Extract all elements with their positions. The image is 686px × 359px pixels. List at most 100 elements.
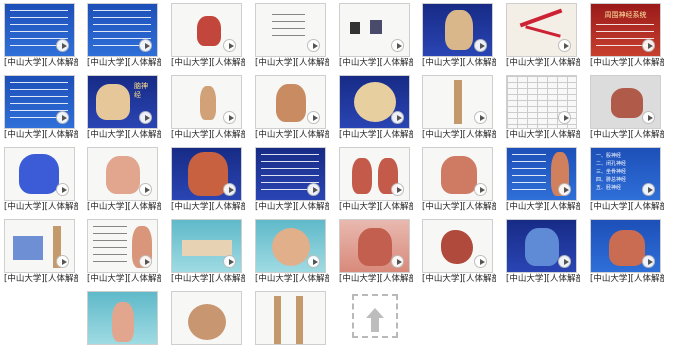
video-tile[interactable] xyxy=(167,288,243,359)
play-icon[interactable] xyxy=(307,255,320,268)
organ-figure-icon xyxy=(525,228,559,266)
play-icon[interactable] xyxy=(139,111,152,124)
organ-figure-icon xyxy=(609,230,645,266)
video-tile[interactable]: [中山大学][人体解剖... xyxy=(251,216,329,287)
video-tile[interactable]: [中山大学][人体解剖... xyxy=(167,144,245,215)
video-caption: [中山大学][人体解剖... xyxy=(339,274,413,284)
video-tile[interactable]: [中山大学][人体解剖... xyxy=(418,144,496,215)
video-tile[interactable]: [中山大学][人体解剖... xyxy=(0,144,78,215)
video-thumbnail xyxy=(171,3,242,57)
play-icon[interactable] xyxy=(391,39,404,52)
video-thumbnail xyxy=(255,291,326,345)
brainstem-figure-icon xyxy=(445,10,473,50)
play-icon[interactable] xyxy=(474,183,487,196)
play-icon[interactable] xyxy=(139,255,152,268)
play-icon[interactable] xyxy=(474,39,487,52)
video-tile[interactable]: 周围神经系统 [中山大学][人体解剖... xyxy=(586,0,664,71)
video-tile[interactable]: [中山大学][人体解剖... xyxy=(418,216,496,287)
upload-button[interactable] xyxy=(352,294,398,338)
video-caption: [中山大学][人体解剖... xyxy=(171,58,245,68)
cranial-nerve-figure-icon xyxy=(96,84,130,120)
play-icon[interactable] xyxy=(558,39,571,52)
video-tile[interactable]: 脑神经 [中山大学][人体解剖... xyxy=(83,72,161,143)
slide-list-item: 三、坐骨神经 xyxy=(596,169,627,175)
video-tile[interactable]: [中山大学][人体解剖... xyxy=(335,72,413,143)
video-tile[interactable]: [中山大学][人体解剖... xyxy=(0,72,78,143)
video-tile[interactable]: [中山大学][人体解剖... xyxy=(502,0,580,71)
play-icon[interactable] xyxy=(139,183,152,196)
play-icon[interactable] xyxy=(307,183,320,196)
body-figure-icon xyxy=(112,302,134,342)
video-tile[interactable]: [中山大学][人体解剖... xyxy=(502,72,580,143)
play-icon[interactable] xyxy=(139,39,152,52)
upload-arrow-icon xyxy=(366,308,384,318)
video-thumbnail xyxy=(87,219,158,273)
video-caption: [中山大学][人体解剖... xyxy=(506,274,580,284)
play-icon[interactable] xyxy=(642,183,655,196)
play-icon[interactable] xyxy=(642,39,655,52)
upload-arrow-stem xyxy=(371,318,379,332)
video-tile[interactable]: [中山大学][人体解剖... xyxy=(586,72,664,143)
play-icon[interactable] xyxy=(558,111,571,124)
video-tile[interactable]: [中山大学][人体解剖... xyxy=(335,144,413,215)
anatomy-figure-icon xyxy=(276,84,306,122)
video-tile[interactable] xyxy=(251,288,327,359)
video-tile[interactable]: [中山大学][人体解剖... xyxy=(418,72,496,143)
video-tile[interactable]: [中山大学][人体解剖... xyxy=(167,216,245,287)
play-icon[interactable] xyxy=(56,111,69,124)
video-tile[interactable]: [中山大学][人体解剖... xyxy=(167,72,245,143)
video-thumbnail xyxy=(4,147,75,201)
video-tile[interactable]: [中山大学][人体解剖... xyxy=(335,216,413,287)
play-icon[interactable] xyxy=(56,39,69,52)
video-tile[interactable]: [中山大学][人体解剖... xyxy=(418,0,496,71)
play-icon[interactable] xyxy=(391,111,404,124)
play-icon[interactable] xyxy=(558,183,571,196)
video-thumbnail xyxy=(339,219,410,273)
video-caption: [中山大学][人体解剖... xyxy=(255,58,329,68)
play-icon[interactable] xyxy=(307,39,320,52)
play-icon[interactable] xyxy=(56,183,69,196)
video-tile[interactable]: [中山大学][人体解剖... xyxy=(502,216,580,287)
video-tile[interactable]: [中山大学][人体解剖... xyxy=(502,144,580,215)
video-tile[interactable] xyxy=(83,288,159,359)
video-caption: [中山大学][人体解剖... xyxy=(87,202,161,212)
play-icon[interactable] xyxy=(223,183,236,196)
play-icon[interactable] xyxy=(642,255,655,268)
video-tile[interactable]: [中山大学][人体解剖... xyxy=(335,0,413,71)
head-muscle-figure-icon xyxy=(188,152,228,196)
play-icon[interactable] xyxy=(307,111,320,124)
play-icon[interactable] xyxy=(223,255,236,268)
video-tile[interactable]: [中山大学][人体解剖... xyxy=(251,0,329,71)
tissue-diagram-icon xyxy=(182,240,232,256)
video-tile[interactable]: [中山大学][人体解剖... xyxy=(586,216,664,287)
video-tile[interactable]: 一、股神经 二、闭孔神经 三、坐骨神经 四、腓总神经 五、胫神经 [中山大学][… xyxy=(586,144,664,215)
video-thumbnail xyxy=(4,75,75,129)
video-caption: [中山大学][人体解剖... xyxy=(590,130,664,140)
video-thumbnail xyxy=(4,3,75,57)
play-icon[interactable] xyxy=(223,39,236,52)
video-tile[interactable]: [中山大学][人体解剖... xyxy=(83,216,161,287)
video-thumbnail xyxy=(87,147,158,201)
video-tile[interactable]: [中山大学][人体解剖... xyxy=(167,0,245,71)
play-icon[interactable] xyxy=(391,255,404,268)
video-tile[interactable]: [中山大学][人体解剖... xyxy=(83,0,161,71)
video-tile[interactable]: [中山大学][人体解剖... xyxy=(83,144,161,215)
play-icon[interactable] xyxy=(391,183,404,196)
slide-text-lines xyxy=(93,226,127,264)
video-caption: [中山大学][人体解剖... xyxy=(4,130,78,140)
video-tile[interactable]: [中山大学][人体解剖... xyxy=(0,0,78,71)
play-icon[interactable] xyxy=(474,111,487,124)
video-caption: [中山大学][人体解剖... xyxy=(87,130,161,140)
play-icon[interactable] xyxy=(474,255,487,268)
video-tile[interactable]: [中山大学][人体解剖... xyxy=(0,216,78,287)
play-icon[interactable] xyxy=(558,255,571,268)
video-caption: [中山大学][人体解剖... xyxy=(171,202,245,212)
video-caption: [中山大学][人体解剖... xyxy=(590,274,664,284)
play-icon[interactable] xyxy=(223,111,236,124)
play-icon[interactable] xyxy=(642,111,655,124)
video-tile[interactable]: [中山大学][人体解剖... xyxy=(251,72,329,143)
video-tile[interactable]: [中山大学][人体解剖... xyxy=(251,144,329,215)
brain-slice-icon xyxy=(350,22,360,34)
slide-title: 周围神经系统 xyxy=(604,11,647,19)
play-icon[interactable] xyxy=(56,255,69,268)
